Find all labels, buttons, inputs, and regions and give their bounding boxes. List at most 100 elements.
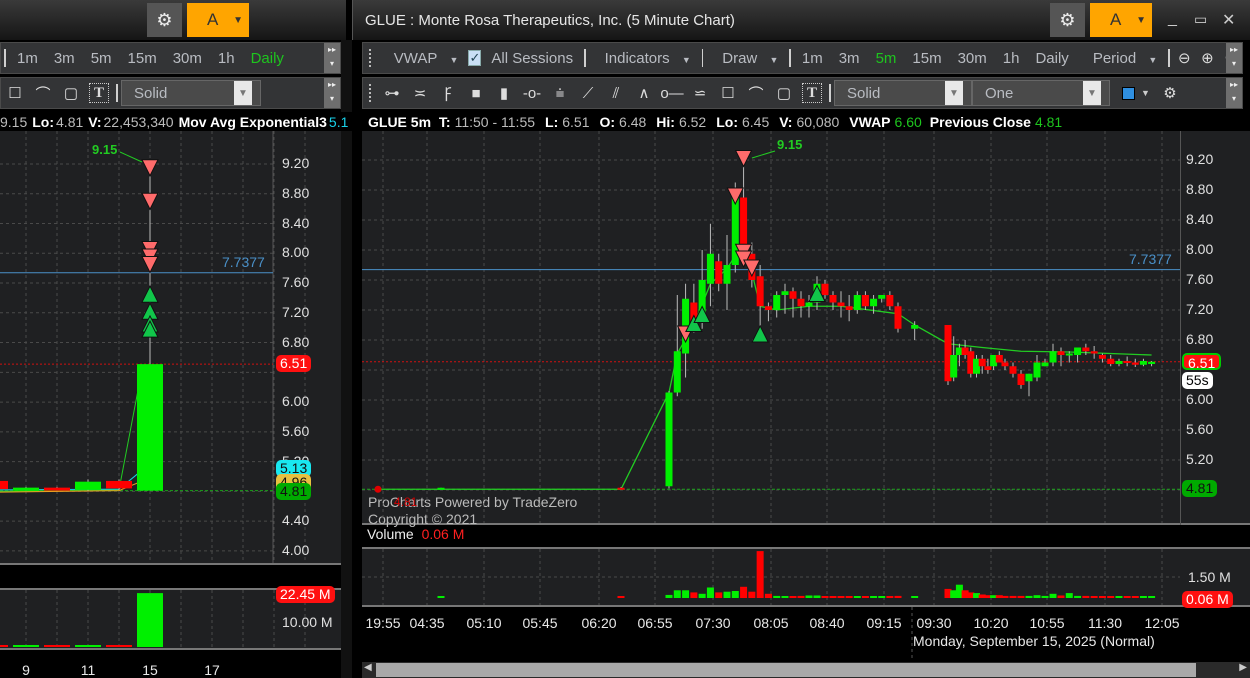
buy-marker [751, 324, 769, 343]
price-axis-label: 7.60 [282, 274, 310, 291]
candle-down [1123, 361, 1131, 363]
candle-down [1107, 358, 1115, 364]
time-axis-label: 06:55 [637, 615, 673, 631]
chart-marks [0, 131, 1180, 660]
volume-bar [1065, 593, 1073, 598]
candle-up [950, 355, 958, 378]
time-axis-label: 19:55 [365, 615, 401, 631]
candle-up [878, 295, 886, 299]
volume-bar [137, 593, 163, 647]
volume-bar [894, 595, 902, 598]
candle-up [870, 298, 878, 307]
volume-bar [845, 596, 853, 598]
time-axis-label: 11:30 [1088, 615, 1122, 631]
horizontal-line-label: 7.7377 [1129, 250, 1172, 267]
candle-down [845, 306, 853, 310]
candle-down [984, 366, 992, 370]
candle-up [437, 487, 445, 490]
previous-close-badge: 4.81 [1182, 480, 1218, 498]
sell-marker [141, 159, 159, 177]
candle-down [1001, 362, 1009, 367]
price-axis-label: 8.40 [1186, 211, 1214, 227]
candle-up [706, 253, 714, 284]
price-axis-label: 9.20 [282, 155, 310, 171]
candle-down [764, 306, 772, 310]
indicator-value: 5.1 [328, 113, 349, 130]
volume-bar [44, 645, 70, 647]
candle-up [13, 487, 39, 491]
volume-bar [673, 590, 681, 598]
candle-down [1082, 347, 1090, 352]
volume-bar [723, 591, 731, 598]
volume-label: V: [88, 113, 102, 130]
volume-bar [781, 596, 789, 598]
volume-bar [886, 596, 894, 598]
volume-bar [821, 596, 829, 598]
volume-bar [682, 590, 690, 598]
volume-axis-label: 1.50 M [1188, 569, 1231, 585]
sell-marker [743, 259, 761, 278]
price-axis-label: 5.20 [1186, 451, 1214, 467]
price-axis-label: 5.60 [282, 422, 310, 439]
volume-bar [731, 591, 739, 598]
price-axis-label: 8.80 [1186, 181, 1214, 197]
candle-up [1139, 361, 1147, 365]
time-axis-label: 08:40 [809, 615, 845, 631]
volume-bar [740, 586, 748, 598]
price-axis-label: 7.20 [1186, 301, 1214, 317]
volume-bar [690, 592, 698, 598]
price-axis-label: 7.20 [282, 303, 310, 320]
volume-bar [1115, 596, 1123, 598]
date-axis-label: 9 [22, 662, 30, 678]
indicator-label: Mov Avg Exponential3 [178, 113, 327, 130]
candle-down [617, 487, 625, 490]
candle-down [0, 480, 8, 490]
candle-down [1098, 355, 1106, 359]
candle-down [1057, 351, 1065, 355]
high-label: 9.15 [92, 142, 118, 157]
volume-bar [698, 593, 706, 598]
high-label-leader [751, 150, 776, 159]
time-axis-label: 10:20 [973, 615, 1009, 631]
last-price-badge: 6.51 [276, 355, 312, 373]
volume-bar [1090, 596, 1098, 598]
candle-up [1049, 351, 1057, 363]
volume-value: 22,453,340 [103, 113, 174, 130]
volume-bar [0, 645, 8, 647]
lo-label: Lo: [32, 113, 55, 130]
volume-badge: 22.45 M [276, 586, 335, 603]
time-axis-label: 10:55 [1029, 615, 1065, 631]
price-axis-label: 6.80 [1186, 331, 1214, 347]
volume-bar [878, 596, 886, 598]
candle-up [911, 325, 919, 329]
price-axis-label: 4.00 [282, 541, 310, 558]
candle-down [715, 261, 723, 284]
volume-bar [748, 591, 756, 598]
volume-bar [813, 595, 821, 598]
volume-bar [1107, 596, 1115, 598]
candle-up [75, 481, 101, 490]
candle-down [829, 295, 837, 303]
price-axis-label: 7.60 [1186, 271, 1214, 287]
price-axis-label: 6.80 [282, 333, 310, 350]
volume-bar [617, 596, 625, 598]
candle-up [773, 295, 781, 310]
price-axis-label: 8.40 [282, 214, 310, 231]
price-axis-label: 6.00 [282, 393, 310, 410]
candle-up [1115, 361, 1123, 364]
hi-value: 9.15 [0, 113, 28, 130]
time-axis-label: 08:05 [753, 615, 789, 631]
candle-up [1148, 361, 1156, 364]
left-info-bar: 9.15 Lo: 4.81 V: 22,453,340 Mov Avg Expone… [0, 112, 352, 131]
sell-marker [141, 192, 159, 211]
price-axis-label: 6.00 [1186, 391, 1214, 407]
volume-bar [1001, 595, 1009, 598]
time-axis-label: 09:30 [916, 615, 952, 631]
date-axis-label: 11 [80, 662, 96, 678]
volume-bar [1148, 596, 1156, 598]
candle-up [723, 265, 731, 284]
volume-bar [1123, 596, 1131, 598]
price-axis-label: 4.40 [282, 512, 310, 529]
time-axis-label: 12:05 [1144, 615, 1180, 631]
candle-up [853, 295, 861, 310]
